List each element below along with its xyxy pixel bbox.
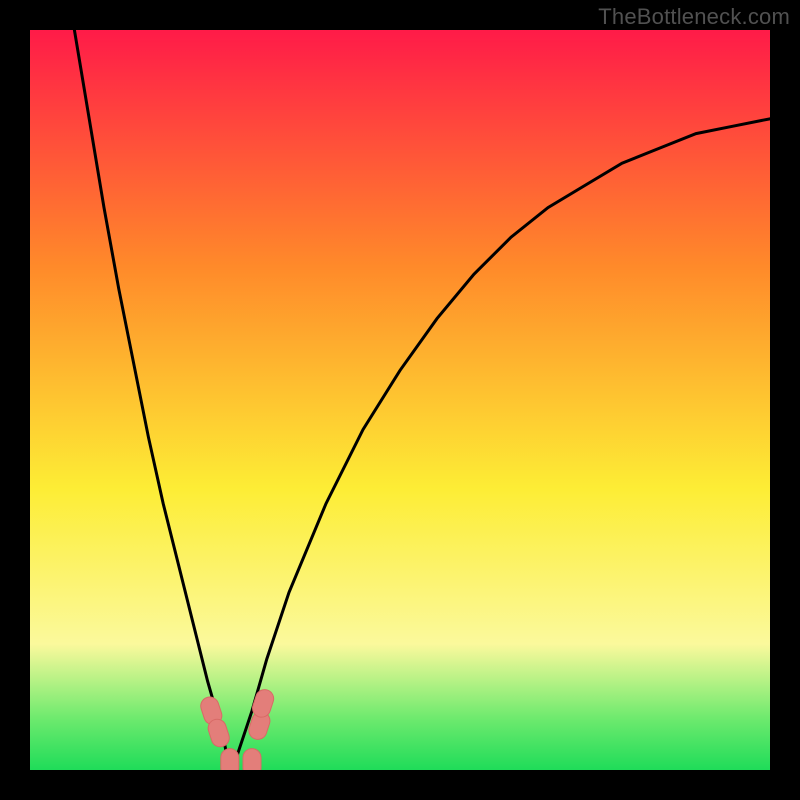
curve-layer [30,30,770,770]
chart-frame: TheBottleneck.com [0,0,800,800]
marker-layer [198,687,276,770]
bottleneck-curve [74,30,770,770]
plot-area [30,30,770,770]
trough-right [243,749,261,770]
trough-left [221,749,239,770]
watermark-text: TheBottleneck.com [598,4,790,30]
